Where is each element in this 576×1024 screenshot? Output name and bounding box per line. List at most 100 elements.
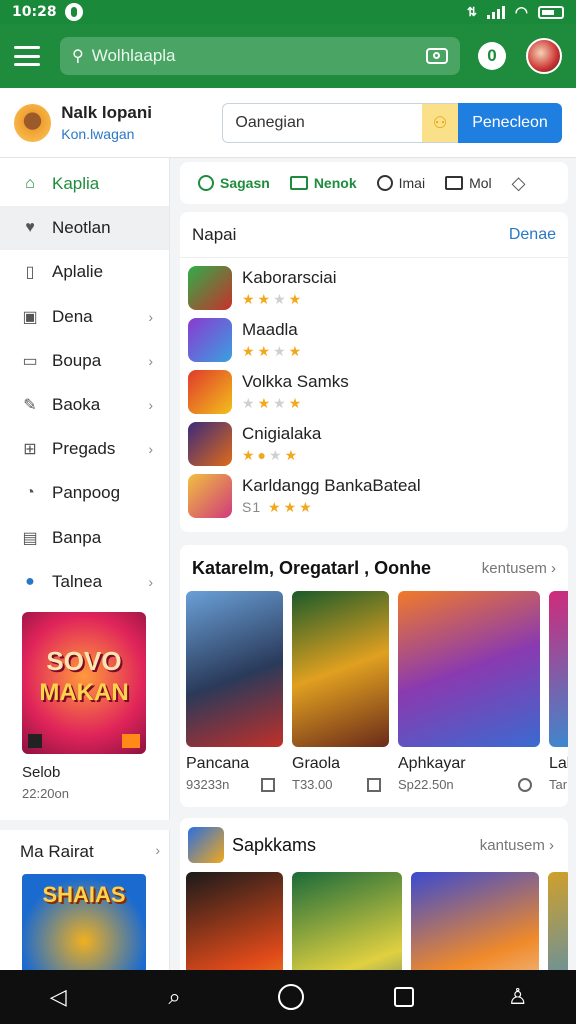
profile-field-value: Oanegian bbox=[235, 113, 305, 131]
second-section-header: Sapkkams kantusem › bbox=[180, 818, 568, 872]
game-tile[interactable] bbox=[411, 872, 539, 978]
app-icon bbox=[188, 370, 232, 414]
profile-avatar[interactable] bbox=[14, 103, 52, 142]
system-nav-bar: ◁ ⌕ ♙ bbox=[0, 970, 576, 1024]
sidebar-item-dena[interactable]: ▣ Dena › bbox=[0, 295, 169, 339]
game-tile[interactable] bbox=[548, 872, 568, 978]
assist-icon[interactable]: ⌕ bbox=[162, 984, 188, 1010]
second-section-title: Sapkkams bbox=[232, 834, 317, 855]
game-tile[interactable]: Lal Tar bbox=[549, 591, 568, 792]
notification-badge[interactable]: 0 bbox=[478, 42, 506, 70]
game-cover bbox=[549, 591, 568, 747]
recents-icon[interactable] bbox=[394, 987, 415, 1007]
status-time: 10:28 bbox=[12, 4, 57, 20]
game-meta: Tar bbox=[549, 777, 568, 792]
search-input[interactable]: ⚲ Wolhlaapla bbox=[60, 37, 460, 75]
rating-stars: ★★★★ bbox=[242, 395, 305, 411]
list-card-title: Napai bbox=[192, 224, 237, 244]
sidebar-item-banpa[interactable]: ▤ Banpa bbox=[0, 516, 169, 560]
notification-icon bbox=[64, 3, 83, 21]
home-icon: ⌂ bbox=[25, 175, 35, 193]
chip-imai[interactable]: Imai bbox=[369, 171, 433, 195]
box-icon: ▣ bbox=[22, 308, 38, 326]
app-icon bbox=[188, 318, 232, 362]
rating-stars: ★●★★ bbox=[242, 447, 301, 463]
profile-action-button[interactable]: Penecleon bbox=[458, 102, 562, 143]
profile-subtitle[interactable]: Kon.lwagan bbox=[61, 126, 208, 142]
folder-icon: ▭ bbox=[22, 352, 38, 370]
promo2-title: SHAIAS bbox=[42, 882, 126, 907]
game-cover bbox=[398, 591, 540, 747]
chip-sagasn[interactable]: Sagasn bbox=[190, 171, 278, 195]
game-tile[interactable]: Aphkayar Sp22.50n bbox=[398, 591, 540, 792]
profile-field[interactable]: Oanegian ⚇ bbox=[222, 102, 459, 143]
featured-more-link[interactable]: kentusem › bbox=[482, 560, 556, 577]
game-name: Aphkayar bbox=[398, 755, 466, 772]
sidebar-item-neotlan[interactable]: ♥ Neotlan bbox=[0, 206, 169, 251]
account-icon[interactable]: ♙ bbox=[505, 984, 531, 1010]
second-section-card: Sapkkams kantusem › bbox=[180, 818, 568, 978]
pin-icon: ● bbox=[25, 572, 35, 590]
game-tile[interactable]: Pancana 93233n bbox=[186, 591, 283, 792]
game-meta: T33.00 bbox=[292, 777, 389, 792]
list-item[interactable]: Kaborarsciai ★★★★ bbox=[180, 262, 568, 314]
list-item[interactable]: Maadla ★★★★ bbox=[180, 314, 568, 366]
bag-icon: ▤ bbox=[22, 529, 38, 547]
sidebar-section-header[interactable]: Ma Rairat › bbox=[20, 842, 160, 862]
chevron-right-icon: › bbox=[148, 308, 153, 325]
sidebar-item-baoka[interactable]: ✎ Baoka › bbox=[0, 383, 169, 427]
menu-icon[interactable] bbox=[14, 46, 40, 66]
sidebar-item-label: Talnea bbox=[52, 571, 103, 591]
game-tile[interactable] bbox=[186, 872, 283, 978]
list-item[interactable]: Volkka Samks ★★★★ bbox=[180, 366, 568, 418]
list-item[interactable]: Karldangg BankaBateal S1 ★★★ bbox=[180, 470, 568, 522]
chevron-right-icon: › bbox=[148, 352, 153, 369]
diamond-icon[interactable]: ◇ bbox=[504, 169, 534, 198]
list-item[interactable]: Cnigialaka ★●★★ bbox=[180, 418, 568, 470]
game-cover bbox=[548, 872, 568, 978]
promo-banner-2[interactable]: SHAIAS bbox=[22, 874, 146, 970]
camera-icon[interactable] bbox=[426, 48, 448, 64]
sidebar-item-aplalie[interactable]: ▯ Aplalie bbox=[0, 250, 169, 294]
bookmark-icon[interactable] bbox=[261, 777, 275, 792]
bookmark-icon[interactable] bbox=[367, 777, 381, 792]
chip-nenok[interactable]: Nenok bbox=[282, 171, 365, 195]
user-icon[interactable]: ⚇ bbox=[422, 103, 459, 142]
game-tile[interactable]: Graola T33.00 bbox=[292, 591, 389, 792]
chevron-right-icon: › bbox=[155, 842, 160, 858]
second-section-more-link[interactable]: kantusem › bbox=[480, 837, 554, 854]
promo-logo-icon bbox=[28, 734, 42, 748]
home-button-icon[interactable] bbox=[277, 984, 304, 1010]
list-card-more-link[interactable]: Denae bbox=[509, 226, 556, 244]
sidebar-item-boupa[interactable]: ▭ Boupa › bbox=[0, 339, 169, 383]
sidebar-item-label: Kaplia bbox=[52, 174, 100, 194]
featured-more-label: kentusem bbox=[481, 559, 547, 577]
app-icon bbox=[188, 266, 232, 310]
app-bar: ⚲ Wolhlaapla 0 bbox=[0, 24, 576, 88]
sidebar-item-kaplia[interactable]: ⌂ Kaplia bbox=[0, 162, 169, 206]
chip-mol[interactable]: Mol bbox=[437, 171, 500, 195]
sidebar-item-talnea[interactable]: ● Talnea › bbox=[0, 560, 169, 604]
sidebar-item-panpoog[interactable]: ◔ Panpoog bbox=[0, 471, 169, 515]
featured-header: Katarelm, Oregatarl , Oonhe kentusem › bbox=[180, 545, 568, 591]
back-icon[interactable]: ◁ bbox=[45, 984, 71, 1010]
app-name: Volkka Samks bbox=[242, 372, 349, 391]
game-tile[interactable] bbox=[292, 872, 402, 978]
sidebar-item-pregads[interactable]: ⊞ Pregads › bbox=[0, 427, 169, 471]
featured-tiles: Pancana 93233n Graola T33.00 Aphkayar Sp… bbox=[180, 591, 568, 792]
game-cover bbox=[292, 872, 402, 978]
chevron-right-icon: › bbox=[148, 573, 153, 590]
promo-caption: Selob bbox=[22, 764, 61, 781]
profile-info: Nalk lopani Kon.lwagan bbox=[61, 103, 208, 142]
avatar[interactable] bbox=[526, 38, 562, 74]
share-icon[interactable] bbox=[518, 777, 532, 792]
second-section-tiles bbox=[180, 872, 568, 978]
battery-icon bbox=[538, 5, 564, 19]
promo-banner[interactable]: SOVO MAKAN bbox=[22, 612, 146, 754]
sidebar-item-label: Neotlan bbox=[52, 218, 111, 238]
game-name: Lal bbox=[549, 755, 568, 772]
profile-header: Nalk lopani Kon.lwagan Oanegian ⚇ Penecl… bbox=[0, 88, 576, 158]
chat-icon bbox=[198, 175, 214, 191]
promo-title-line2: MAKAN bbox=[39, 679, 129, 706]
rating-label: S1 bbox=[242, 499, 262, 515]
